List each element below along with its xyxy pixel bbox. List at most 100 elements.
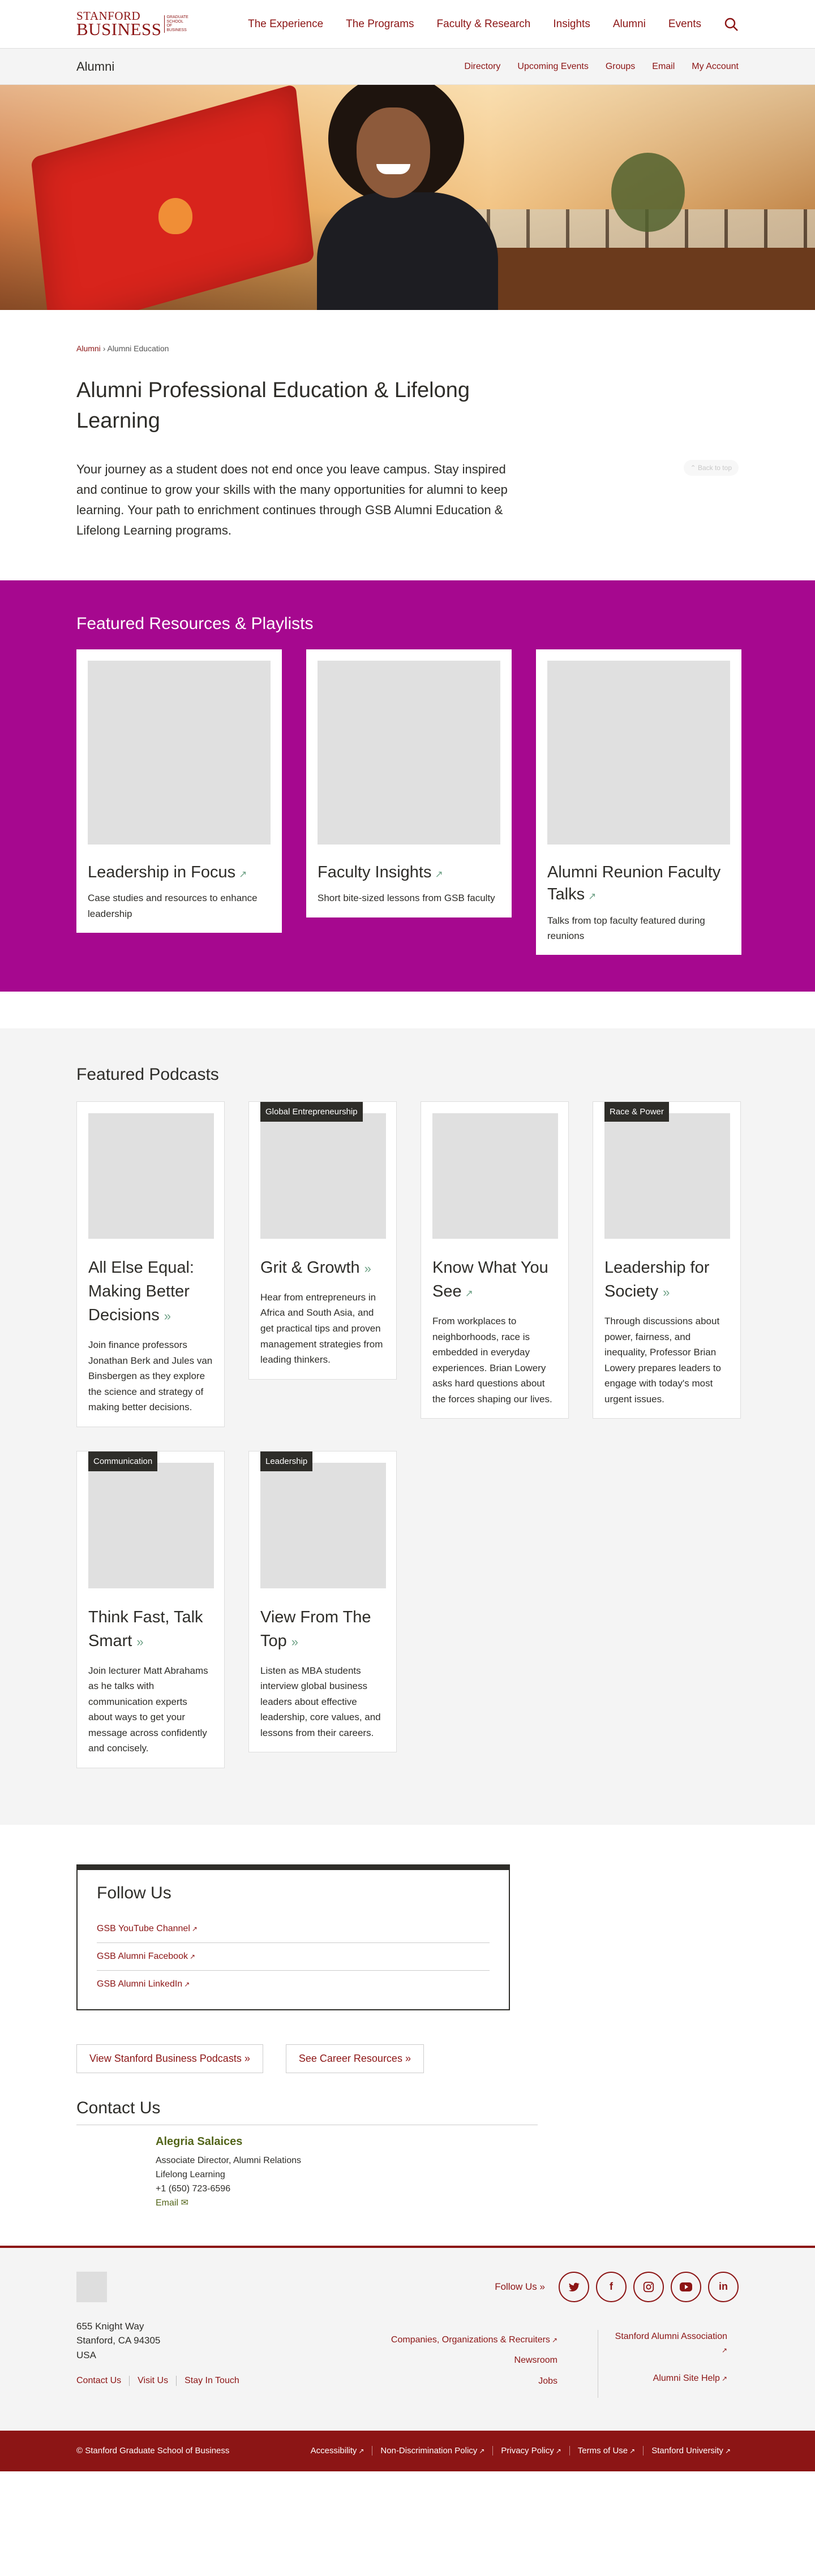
resource-card-desc: Short bite-sized lessons from GSB facult… [318,893,495,904]
podcast-title-text: Think Fast, Talk Smart [88,1608,203,1650]
instagram-camera-icon [643,2281,654,2292]
search-icon[interactable] [724,17,739,32]
subnav-email[interactable]: Email [652,62,675,72]
contact-name: Alegria Salaices [156,2135,243,2148]
footer-visit-us[interactable]: Visit Us [129,2376,176,2387]
hero-person [306,85,498,310]
podcast-card-leadership-for-society[interactable]: Race & Power Leadership for Society» Thr… [593,1101,741,1419]
accessibility-link[interactable]: Accessibility ↗ [303,2446,372,2456]
double-chevron-right-icon: » [164,1308,171,1323]
logo-wordmark: STANFORD BUSINESS [76,10,161,38]
subnav-upcoming-events[interactable]: Upcoming Events [517,62,588,72]
main-nav: The Experience The Programs Faculty & Re… [248,17,739,32]
intro-text: Your journey as a student does not end o… [76,462,508,538]
breadcrumb-separator: › [102,344,106,353]
external-link-icon: ↗ [184,1980,190,1988]
nav-faculty-research[interactable]: Faculty & Research [437,18,531,31]
external-link-icon: ↗ [721,2346,727,2354]
nav-the-experience[interactable]: The Experience [248,18,323,31]
podcast-title-text: View From The Top [260,1608,371,1650]
podcast-thumbnail [260,1113,386,1239]
cta-row: View Stanford Business Podcasts » See Ca… [76,2044,739,2073]
double-chevron-right-icon: » [405,2052,411,2064]
alumni-sub-nav: Directory Upcoming Events Groups Email M… [464,62,739,72]
resource-card-leadership-in-focus[interactable]: Leadership in Focus ↗ Case studies and re… [76,649,282,933]
podcast-card-know-what-you-see[interactable]: Know What You See ↗ From workplaces to ne… [421,1101,569,1419]
follow-us-box: Follow Us GSB YouTube Channel ↗ GSB Alumn… [76,1864,510,2010]
podcast-title-text: Leadership for Society [604,1258,710,1300]
follow-label-text: Follow Us [495,2281,537,2292]
footer-stay-in-touch[interactable]: Stay In Touch [176,2376,247,2387]
subnav-my-account[interactable]: My Account [692,62,739,72]
podcast-card-grit-growth[interactable]: Global Entrepreneurship Grit & Growth » H… [248,1101,397,1380]
resource-card-faculty-insights[interactable]: Faculty Insights ↗ Short bite-sized lesso… [306,649,512,917]
podcast-card-think-fast-talk-smart[interactable]: Communication Think Fast, Talk Smart» Jo… [76,1450,225,1768]
nav-insights[interactable]: Insights [553,18,590,31]
footer-links-col1: Companies, Organizations & Recruiters ↗ N… [391,2330,557,2392]
footer-newsroom-link[interactable]: Newsroom [514,2355,557,2365]
alumni-subheader: Alumni Directory Upcoming Events Groups … [0,49,815,85]
logo-subtitle: GRADUATE SCHOOL OF BUSINESS [164,15,188,33]
terms-of-use-link[interactable]: Terms of Use ↗ [569,2446,643,2456]
youtube-channel-link[interactable]: GSB YouTube Channel ↗ [97,1924,198,1933]
hero-person-body [317,192,498,310]
podcast-card-desc: Listen as MBA students interview global … [260,1665,381,1738]
external-link-icon: ↗ [551,2336,557,2344]
footer-alumni-association-link[interactable]: Stanford Alumni Association ↗ [615,2332,727,2355]
external-link-icon: ↗ [435,869,443,880]
podcast-card-view-from-the-top[interactable]: Leadership View From The Top» Listen as … [248,1450,397,1753]
linkedin-link[interactable]: GSB Alumni LinkedIn ↗ [97,1979,190,1989]
nav-the-programs[interactable]: The Programs [346,18,414,31]
footer-jobs-link[interactable]: Jobs [538,2376,557,2386]
double-chevron-right-icon: » [136,1634,144,1649]
footer-companies-link[interactable]: Companies, Organizations & Recruiters ↗ [391,2335,557,2345]
contact-email-link[interactable]: Email ✉ [156,2198,188,2208]
apple-logo-icon [158,198,192,234]
breadcrumb-alumni[interactable]: Alumni [76,344,101,353]
podcast-card-title: View From The Top» [260,1605,385,1653]
podcast-thumbnail [432,1113,558,1239]
career-resources-button[interactable]: See Career Resources » [285,2044,424,2073]
non-discrimination-link[interactable]: Non-Discrimination Policy ↗ [372,2446,492,2456]
back-to-top-button[interactable]: ⌃ Back to top [683,460,739,476]
privacy-policy-link[interactable]: Privacy Policy ↗ [492,2446,569,2456]
external-link-icon: ↗ [555,2447,561,2456]
youtube-icon[interactable] [671,2271,701,2302]
footer-contact-us[interactable]: Contact Us [76,2376,129,2386]
facebook-icon[interactable]: f [596,2271,627,2302]
follow-link-item: GSB YouTube Channel ↗ [97,1915,490,1943]
resource-card-reunion-faculty-talks[interactable]: Alumni Reunion Faculty Talks ↗ Talks from… [536,649,741,955]
legal-links: Accessibility ↗ Non-Discrimination Policy… [303,2446,739,2456]
instagram-icon[interactable] [633,2271,664,2302]
view-podcasts-button[interactable]: View Stanford Business Podcasts » [76,2044,263,2073]
podcast-card-desc: From workplaces to neighborhoods, race i… [432,1315,552,1405]
linkedin-icon[interactable]: in [708,2271,739,2302]
subnav-directory[interactable]: Directory [464,62,500,72]
contact-phone: +1 (650) 723-6596 [156,2184,231,2194]
subnav-groups[interactable]: Groups [606,62,635,72]
cta-label: See Career Resources [298,2052,402,2064]
cta-label: View Stanford Business Podcasts [89,2052,242,2064]
podcast-card-all-else-equal[interactable]: All Else Equal: Making Better Decisions»… [76,1101,225,1427]
double-chevron-right-icon: » [364,1261,371,1276]
twitter-icon[interactable] [559,2271,589,2302]
resource-card-title: Alumni Reunion Faculty Talks ↗ [547,861,730,906]
podcast-tag: Race & Power [604,1101,669,1122]
follow-link-item: GSB Alumni Facebook ↗ [97,1943,490,1971]
stanford-university-link[interactable]: Stanford University ↗ [643,2446,739,2456]
nav-alumni[interactable]: Alumni [613,18,646,31]
legal-link-label: Accessibility [310,2446,357,2456]
nav-events[interactable]: Events [668,18,701,31]
follow-us-heading: Follow Us [97,1883,171,1902]
facebook-link[interactable]: GSB Alumni Facebook ↗ [97,1952,195,1961]
copyright-text: © Stanford Graduate School of Business [76,2446,230,2456]
podcast-card-title: Think Fast, Talk Smart» [88,1605,213,1653]
podcasts-heading: Featured Podcasts [76,1065,219,1084]
featured-resources: Featured Resources & Playlists Leadershi… [0,580,815,992]
contact-role: Associate Director, Alumni Relations [156,2155,301,2165]
contact-card: Alegria Salaices Associate Director, Alu… [156,2133,739,2211]
footer-site-help-link[interactable]: Alumni Site Help ↗ [653,2373,727,2383]
stanford-business-logo[interactable]: STANFORD BUSINESS GRADUATE SCHOOL OF BUS… [76,10,188,38]
follow-link-label: GSB YouTube Channel [97,1923,190,1933]
envelope-icon: ✉ [181,2198,188,2208]
